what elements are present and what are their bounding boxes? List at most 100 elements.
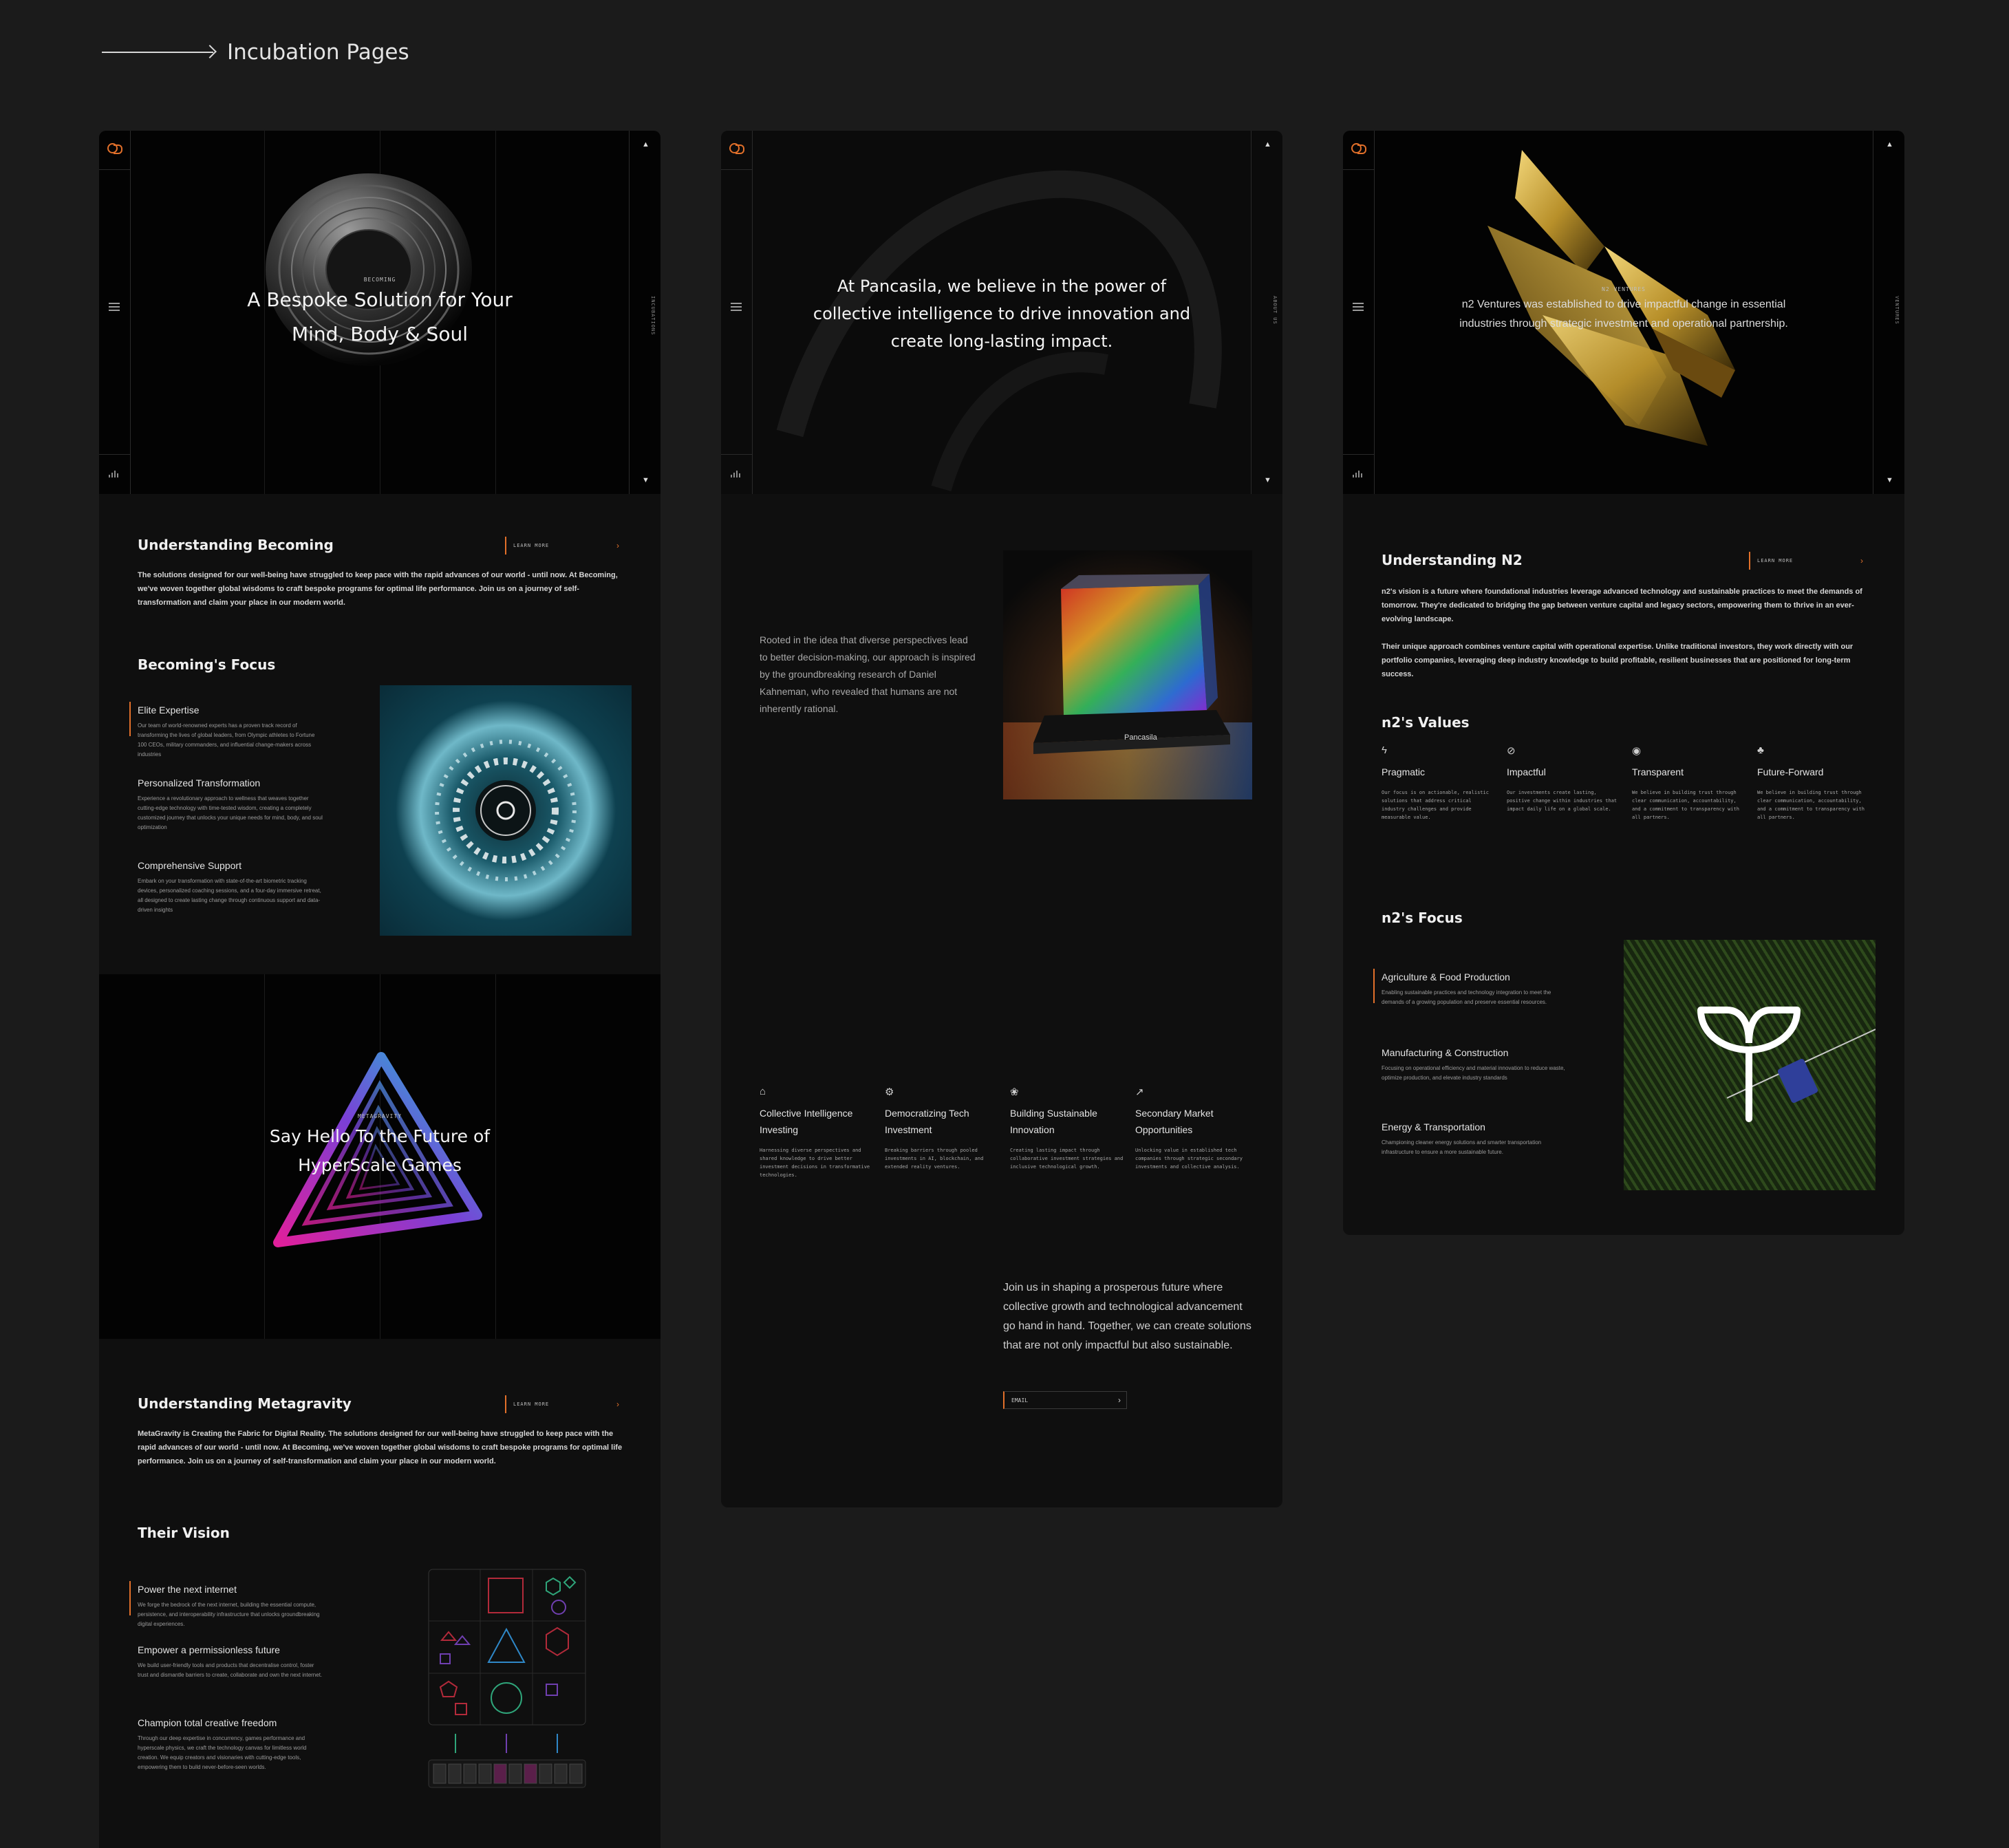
menu-icon[interactable] — [109, 303, 120, 311]
focus-item[interactable]: Elite Expertise Our team of world-renown… — [129, 702, 323, 760]
section-title: Understanding Metagravity — [138, 1395, 352, 1412]
shapes-grid-diagram — [428, 1569, 586, 1788]
closing-text: Join us in shaping a prosperous future w… — [1003, 1282, 1251, 1351]
focus-item[interactable]: Energy & Transportation Championing clea… — [1382, 1121, 1567, 1157]
learn-more-button[interactable]: LEARN MORE › — [1749, 552, 1866, 570]
scroll-up-icon[interactable]: ▲ — [642, 140, 649, 149]
sound-bars-icon[interactable] — [731, 471, 743, 477]
pillar-text: Breaking barriers through pooled investm… — [885, 1148, 984, 1170]
rail-label[interactable]: INCUBATIONS — [635, 296, 656, 335]
focus-item[interactable]: Personalized Transformation Experience a… — [138, 777, 323, 832]
rail-label[interactable]: ABOUT US — [1257, 296, 1278, 325]
pillar-text: Harnessing diverse perspectives and shar… — [760, 1148, 870, 1178]
pillar-text: Creating lasting impact through collabor… — [1010, 1148, 1124, 1170]
email-button[interactable]: EMAIL › — [1003, 1391, 1127, 1409]
n2-hero: N2 VENTURES n2 Ventures was established … — [1343, 131, 1904, 494]
gear-icon: ⚙ — [885, 1086, 894, 1098]
arrow-right-icon — [102, 52, 213, 53]
scroll-down-icon[interactable]: ▼ — [642, 476, 649, 484]
focus-item-title: Comprehensive Support — [138, 860, 241, 871]
hero-title-line2: HyperScale Games — [298, 1155, 462, 1175]
focus-title: Becoming's Focus — [138, 656, 276, 673]
hero-title-line1: Say Hello To the Future of — [269, 1126, 491, 1146]
pancasila-hero: At Pancasila, we believe in the power of… — [721, 131, 1282, 494]
focus-item-title: Agriculture & Food Production — [1382, 971, 1510, 982]
becoming-hero: BECOMING A Bespoke Solution for Your Min… — [99, 131, 660, 494]
sprout-icon: ♣ — [1757, 744, 1764, 756]
hero-eyebrow: BECOMING — [363, 277, 396, 283]
n2-page: N2 VENTURES n2 Ventures was established … — [1343, 131, 1904, 1235]
hero-line1: At Pancasila, we believe in the power of — [837, 277, 1167, 296]
prism-cube-image: Pancasila — [1003, 550, 1252, 799]
vision-title: Their Vision — [138, 1525, 230, 1541]
learn-more-label: LEARN MORE — [513, 543, 550, 548]
pillar-title: Democratizing Tech Investment — [885, 1108, 969, 1135]
chevron-right-icon: › — [1860, 556, 1863, 566]
left-rail — [1343, 131, 1375, 494]
focus-item-text: Experience a revolutionary approach to w… — [138, 795, 323, 830]
page-title: Incubation Pages — [227, 40, 409, 65]
vision-item-title: Empower a permissionless future — [138, 1644, 280, 1655]
pillars-row: ⌂ Collective Intelligence Investing Harn… — [760, 1086, 1260, 1179]
learn-more-button[interactable]: LEARN MORE › — [505, 1395, 622, 1413]
chevron-right-icon: › — [1118, 1395, 1121, 1405]
menu-icon[interactable] — [1353, 303, 1364, 311]
values-title: n2's Values — [1382, 714, 1470, 731]
hero-line2: collective intelligence to drive innovat… — [813, 304, 1191, 323]
scroll-up-icon[interactable]: ▲ — [1886, 140, 1893, 149]
value-text: We believe in building trust through cle… — [1757, 790, 1865, 820]
section-body: MetaGravity is Creating the Fabric for D… — [138, 1430, 623, 1465]
rail-label[interactable]: VENTURES — [1879, 296, 1900, 325]
logo-icon[interactable] — [729, 143, 744, 154]
value-title: Future-Forward — [1757, 766, 1824, 777]
logo-icon[interactable] — [1351, 143, 1366, 154]
focus-item-text: Enabling sustainable practices and techn… — [1382, 989, 1551, 1005]
intro-text: Rooted in the idea that diverse perspect… — [760, 634, 976, 714]
vision-item[interactable]: Champion total creative freedom Through … — [138, 1717, 323, 1772]
sound-bars-icon[interactable] — [1353, 471, 1365, 477]
vision-item[interactable]: Power the next internet We forge the bed… — [129, 1581, 323, 1629]
right-rail: ▲ VENTURES ▼ — [1873, 131, 1904, 494]
pancasila-page: At Pancasila, we believe in the power of… — [721, 131, 1282, 1507]
pillar-title: Collective Intelligence Investing — [760, 1108, 853, 1135]
right-rail: ▲ INCUBATIONS ▼ — [629, 131, 660, 494]
left-rail — [721, 131, 753, 494]
hero-title-line2: Mind, Body & Soul — [291, 323, 468, 345]
focus-item[interactable]: Agriculture & Food Production Enabling s… — [1373, 969, 1567, 1007]
scroll-up-icon[interactable]: ▲ — [1264, 140, 1271, 149]
menu-icon[interactable] — [731, 303, 742, 311]
section-title: Understanding N2 — [1382, 552, 1523, 568]
scroll-down-icon[interactable]: ▼ — [1264, 476, 1271, 484]
focus-title: n2's Focus — [1382, 910, 1463, 926]
value-item: ϟ Pragmatic Our focus is on actionable, … — [1382, 744, 1507, 821]
lightning-icon: ϟ — [1382, 744, 1387, 756]
hero-line2: industries through strategic investment … — [1459, 318, 1788, 330]
learn-more-button[interactable]: LEARN MORE › — [505, 537, 622, 555]
value-text: Our investments create lasting, positive… — [1507, 790, 1618, 812]
pillar-title: Secondary Market Opportunities — [1135, 1108, 1214, 1135]
focus-item-title: Energy & Transportation — [1382, 1121, 1485, 1132]
signal-icon: ◉ — [1632, 745, 1642, 757]
hero-title-line1: A Bespoke Solution for Your — [247, 288, 513, 311]
becoming-page: BECOMING A Bespoke Solution for Your Min… — [99, 131, 660, 1848]
focus-item[interactable]: Comprehensive Support Embark on your tra… — [138, 860, 323, 915]
vision-item-title: Champion total creative freedom — [138, 1717, 277, 1728]
ocean-vortex-image — [380, 685, 632, 936]
chart-icon: ↗ — [1135, 1086, 1144, 1098]
pillar-item: ❀ Building Sustainable Innovation Creati… — [1010, 1086, 1135, 1179]
value-text: We believe in building trust through cle… — [1632, 790, 1739, 820]
left-rail — [99, 131, 131, 494]
value-title: Impactful — [1507, 766, 1546, 777]
vision-item-title: Power the next internet — [138, 1584, 237, 1595]
hero-eyebrow: METAGRAVITY — [358, 1113, 402, 1119]
logo-icon[interactable] — [107, 143, 122, 154]
pillar-item: ⌂ Collective Intelligence Investing Harn… — [760, 1086, 885, 1179]
value-text: Our focus is on actionable, realistic so… — [1382, 790, 1489, 820]
focus-item[interactable]: Manufacturing & Construction Focusing on… — [1382, 1047, 1567, 1083]
sound-bars-icon[interactable] — [109, 471, 121, 477]
page-header: Incubation Pages — [102, 40, 409, 65]
vision-item[interactable]: Empower a permissionless future We build… — [138, 1644, 323, 1680]
scroll-down-icon[interactable]: ▼ — [1886, 476, 1893, 484]
focus-item-title: Manufacturing & Construction — [1382, 1047, 1509, 1058]
focus-item-title: Elite Expertise — [138, 705, 200, 716]
